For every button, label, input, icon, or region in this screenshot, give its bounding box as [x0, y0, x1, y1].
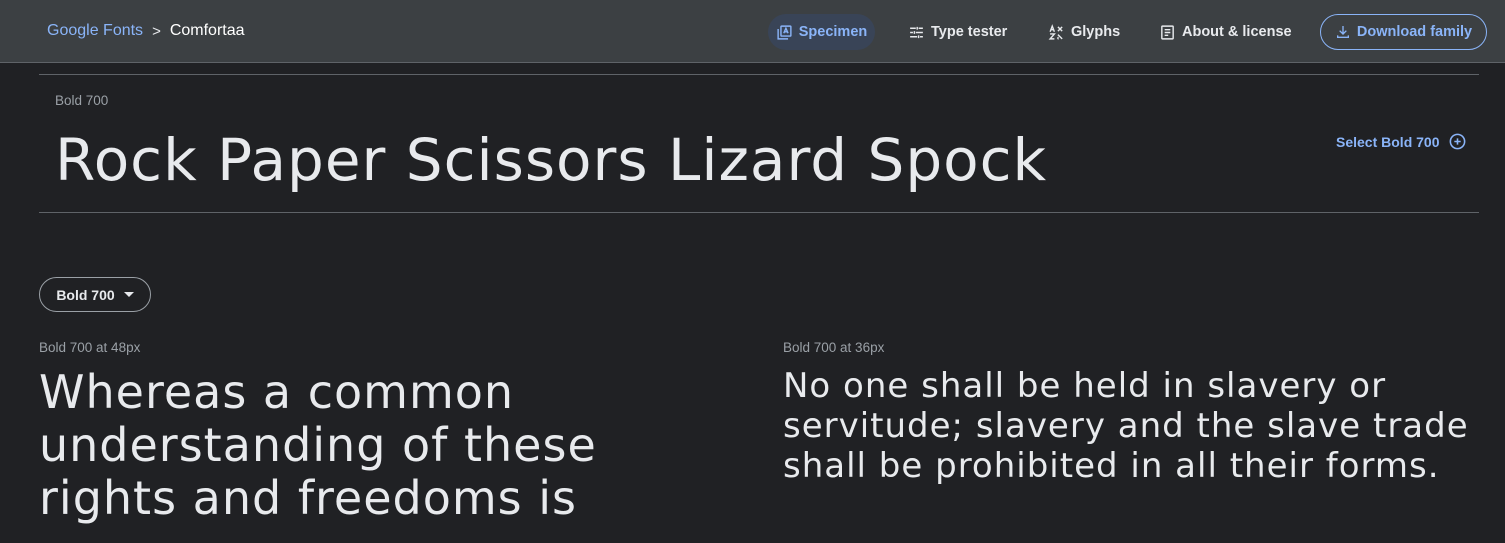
divider: [39, 74, 1479, 75]
download-icon: [1336, 26, 1349, 38]
top-bar: Google Fonts > Comfortaa Specimen Type t…: [0, 0, 1505, 63]
weight-selector-value: Bold 700: [56, 286, 115, 303]
tab-specimen-label: Specimen: [798, 24, 868, 40]
breadcrumb-current: Comfortaa: [169, 22, 245, 39]
add-circle-icon: [1449, 133, 1465, 150]
download-family-label: Download family: [1356, 24, 1473, 40]
tab-about-license[interactable]: About & license: [1159, 14, 1292, 50]
sample-48-label: Bold 700 at 48px: [39, 340, 141, 355]
sample-36-text: No one shall be held in slavery or servi…: [783, 366, 1469, 486]
download-family-button[interactable]: Download family: [1320, 14, 1487, 50]
glyphs-icon: [1048, 23, 1063, 40]
tab-glyphs-label: Glyphs: [1071, 24, 1121, 40]
sample-48-text: Whereas a common understanding of these …: [39, 365, 597, 525]
article-icon: [1161, 24, 1174, 40]
tune-icon: [910, 26, 923, 38]
caret-down-icon: [123, 292, 134, 297]
select-style-label: Select Bold 700: [1336, 133, 1440, 150]
breadcrumb-separator: >: [152, 22, 161, 40]
divider: [39, 212, 1479, 213]
breadcrumb-google-fonts-link[interactable]: Google Fonts: [47, 22, 143, 40]
tab-type-tester[interactable]: Type tester: [908, 14, 1007, 50]
weight-selector-dropdown[interactable]: Bold 700: [39, 277, 151, 312]
tab-glyphs[interactable]: Glyphs: [1048, 14, 1120, 50]
tab-type-tester-label: Type tester: [931, 24, 1008, 40]
sample-36-label: Bold 700 at 36px: [783, 340, 885, 355]
hero-style-label: Bold 700: [55, 93, 109, 108]
specimen-icon: [777, 24, 792, 40]
tab-specimen[interactable]: Specimen: [768, 14, 875, 50]
hero-sample-text: Rock Paper Scissors Lizard Spock: [55, 126, 1048, 194]
select-style-button[interactable]: Select Bold 700: [1336, 132, 1467, 151]
tab-about-license-label: About & license: [1182, 24, 1292, 40]
breadcrumb: Google Fonts > Comfortaa: [47, 22, 245, 40]
